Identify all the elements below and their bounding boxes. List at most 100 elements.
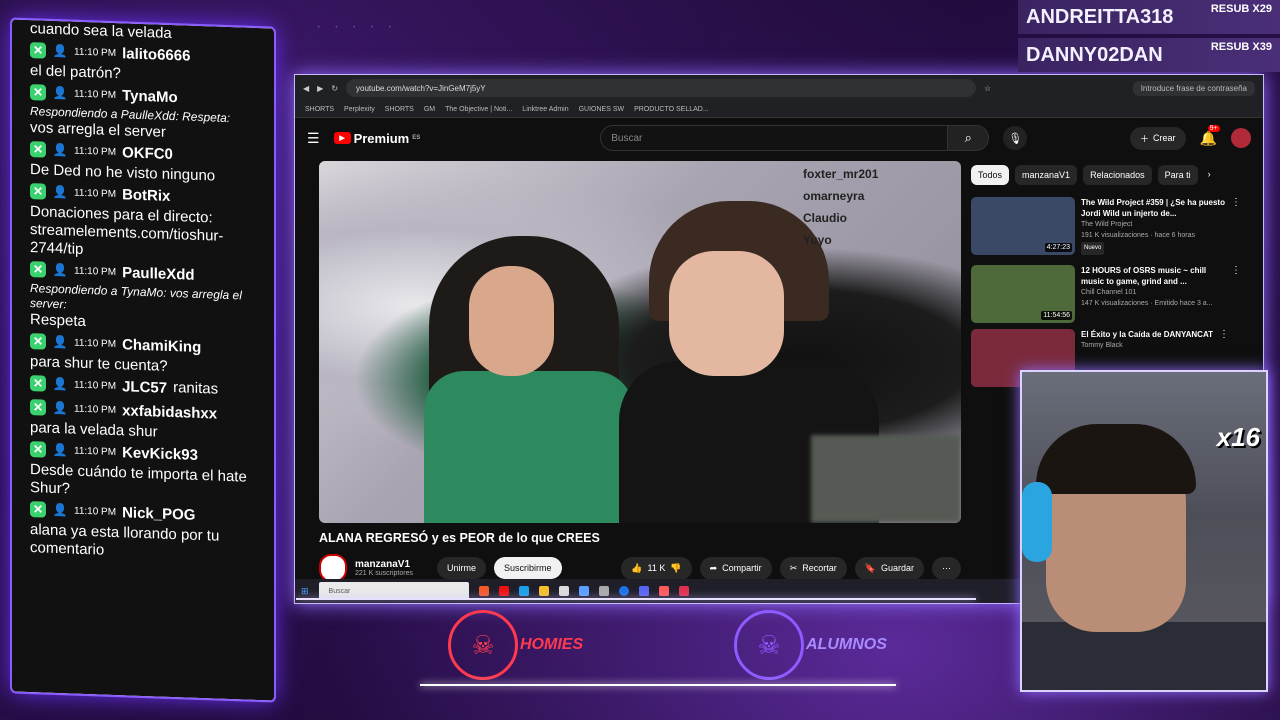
search-icon[interactable]: ⌕	[948, 125, 990, 151]
bookmark[interactable]: SHORTS	[305, 106, 334, 113]
youtube-header: ☰ ▶ Premium ES Buscar ⌕ 🎙 ＋ Crear 🔔 9+	[295, 118, 1263, 158]
chat-username[interactable]: JLC57	[122, 378, 167, 397]
create-button[interactable]: ＋ Crear	[1130, 126, 1186, 150]
app2-icon[interactable]	[678, 586, 689, 596]
user-icon: 👤	[52, 184, 68, 200]
windows-icon[interactable]: ⊞	[301, 586, 309, 597]
clip-button[interactable]: ✂ Recortar	[779, 556, 847, 580]
pokeball-icon[interactable]	[658, 586, 669, 596]
x-badge-icon: ✕	[30, 399, 46, 416]
chat-username[interactable]: lalito6666	[122, 45, 190, 64]
rec-channel[interactable]: Chill Channel 101	[1081, 287, 1225, 298]
back-icon[interactable]: ◀	[303, 84, 309, 93]
user-icon: 👤	[52, 400, 68, 416]
chrome-icon[interactable]	[618, 586, 629, 596]
channel-avatar[interactable]	[319, 554, 347, 582]
menu-icon[interactable]: ☰	[307, 130, 320, 147]
overlay-chat-user: Yuyo	[803, 233, 832, 247]
like-count: 11 K	[647, 563, 666, 573]
brand-name: ALUMNOS	[806, 636, 887, 653]
thumbs-up-icon: 👍	[631, 562, 643, 573]
channel-name[interactable]: manzanaV1	[355, 559, 413, 570]
bookmark[interactable]: Perplexity	[344, 106, 375, 113]
sub-alert-1: ANDREITTA318 RESUB X29	[1018, 0, 1280, 34]
chat-username[interactable]: OKFC0	[122, 144, 173, 163]
chat-text: alana ya esta llorando por tu comentario	[30, 521, 220, 559]
chat-username[interactable]: TynaMo	[122, 87, 178, 106]
chat-message: ✕ 👤 11:10 PM TynaMo Respondiendo a PaulleXdd…	[12, 79, 274, 145]
store-icon[interactable]	[558, 586, 569, 596]
rec-title[interactable]: El Éxito y la Caída de DANYANCAT	[1081, 329, 1213, 340]
avatar[interactable]	[1231, 128, 1251, 148]
new-badge: Nuevo	[1081, 242, 1105, 255]
chip[interactable]: Todos	[971, 165, 1010, 185]
discord-icon[interactable]	[638, 586, 649, 596]
save-button[interactable]: 🔖 Guardar	[854, 556, 924, 580]
subscribe-button[interactable]: Suscribirme	[494, 557, 562, 579]
settings-icon[interactable]	[598, 586, 609, 596]
reload-icon[interactable]: ↻	[331, 84, 338, 93]
opera-icon[interactable]	[498, 586, 509, 596]
chat-username[interactable]: ChamiKing	[122, 336, 201, 356]
recommendation-item[interactable]: 4:27:23 The Wild Project #359 | ¿Se ha pu…	[971, 197, 1241, 259]
video-player[interactable]: foxter_mr201 omarneyra Claudio Yuyo	[319, 161, 961, 523]
chat-text: Donaciones para el directo: streamelemen…	[30, 203, 224, 258]
x-badge-icon: ✕	[30, 84, 46, 101]
video-face-right	[669, 251, 784, 376]
like-button[interactable]: 👍 11 K 👎	[621, 556, 692, 580]
recommendation-item[interactable]: 11:54:56 12 HOURS of OSRS music ~ chill m…	[971, 265, 1241, 327]
chip[interactable]: Relacionados	[1083, 165, 1152, 185]
chip[interactable]: manzanaV1	[1015, 165, 1078, 185]
user-icon: 👤	[52, 502, 68, 518]
kebab-icon[interactable]: ⋮	[1231, 265, 1241, 327]
play-icon: ▶	[333, 132, 351, 144]
bookmark[interactable]: The Objective | Noti...	[445, 106, 512, 113]
chevron-right-icon[interactable]: ›	[1204, 165, 1215, 185]
plus-icon: ＋	[1140, 133, 1150, 144]
rec-channel[interactable]: Tommy Black	[1081, 340, 1213, 351]
star-icon[interactable]: ☆	[984, 84, 991, 93]
brave-icon[interactable]	[478, 586, 489, 596]
mic-icon[interactable]: 🎙	[1003, 126, 1028, 150]
rec-title[interactable]: 12 HOURS of OSRS music ~ chill music to …	[1081, 265, 1225, 287]
chat-panel: cuando sea la velada ✕ 👤 11:10 PM lalito6666…	[12, 19, 274, 701]
chat-time: 11:10 PM	[74, 145, 117, 158]
bookmark[interactable]: GM	[424, 106, 435, 113]
chat-username[interactable]: KevKick93	[122, 444, 198, 464]
chat-username[interactable]: PaulleXdd	[122, 264, 195, 284]
x-badge-icon: ✕	[30, 375, 46, 392]
bookmark[interactable]: SHORTS	[385, 106, 414, 113]
bookmark[interactable]: GUIONES SW	[579, 106, 625, 113]
rec-channel[interactable]: The Wild Project	[1081, 219, 1225, 230]
thumbs-down-icon[interactable]: 👎	[670, 563, 681, 574]
rec-title[interactable]: The Wild Project #359 | ¿Se ha puesto Jo…	[1081, 197, 1225, 219]
notif-badge: 9+	[1207, 124, 1220, 132]
bookmark[interactable]: PRODUCTO SELLAD...	[634, 106, 709, 113]
password-chip[interactable]: Introduce frase de contraseña	[1132, 80, 1255, 96]
folder-icon[interactable]	[538, 586, 549, 596]
forward-icon[interactable]: ▶	[317, 84, 323, 93]
share-button[interactable]: ➦ Compartir	[699, 556, 772, 580]
chat-username[interactable]: xxfabidashxx	[122, 402, 217, 422]
chat-username[interactable]: Nick_POG	[122, 504, 195, 524]
rec-info: The Wild Project #359 | ¿Se ha puesto Jo…	[1081, 197, 1225, 259]
chat-username[interactable]: BotRix	[122, 186, 170, 205]
bookmark[interactable]: Linktree Admin	[522, 106, 568, 113]
chat-messages: cuando sea la velada ✕ 👤 11:10 PM lalito6666…	[12, 19, 274, 701]
edge-icon[interactable]	[518, 586, 529, 596]
logo-region: ES	[412, 135, 421, 141]
bell-icon[interactable]: 🔔 9+	[1200, 124, 1220, 147]
rec-info: 12 HOURS of OSRS music ~ chill music to …	[1081, 265, 1225, 327]
more-icon[interactable]: ⋯	[932, 556, 961, 580]
chip[interactable]: Para ti	[1157, 165, 1198, 185]
search-input[interactable]: Buscar	[600, 125, 949, 151]
kebab-icon[interactable]: ⋮	[1231, 197, 1241, 259]
bookmarks-bar: SHORTS Perplexity SHORTS GM The Objective | …	[295, 101, 1263, 118]
url-input[interactable]: youtube.com/watch?v=JinGeM7j5yY	[346, 79, 977, 97]
thumbnail[interactable]: 11:54:56	[971, 265, 1075, 323]
share-icon: ➦	[709, 562, 718, 573]
youtube-logo[interactable]: ▶ Premium ES	[333, 131, 421, 146]
app-icon[interactable]	[578, 586, 589, 596]
join-button[interactable]: Unirme	[436, 557, 486, 579]
thumbnail[interactable]: 4:27:23	[971, 197, 1075, 255]
